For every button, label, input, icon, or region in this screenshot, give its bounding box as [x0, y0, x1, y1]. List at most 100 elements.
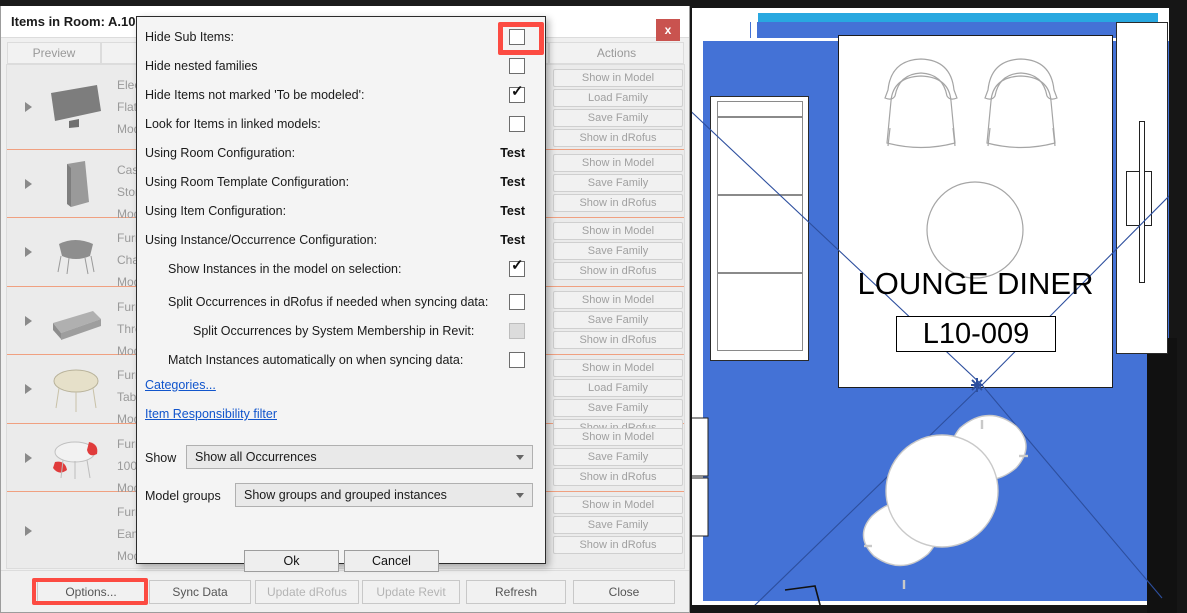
storage-cabinet-thumbnail	[45, 158, 107, 210]
dialog-link[interactable]: Categories...	[145, 378, 216, 392]
action-button-save-family[interactable]: Save Family	[553, 448, 683, 466]
action-button-show-in-model[interactable]: Show in Model	[553, 222, 683, 240]
row-actions: Show in Model Save Family Show in dRofus	[553, 428, 683, 488]
column-header-actions[interactable]: Actions	[549, 42, 684, 64]
action-button-show-in-model[interactable]: Show in Model	[553, 291, 683, 309]
action-button-show-in-drofus[interactable]: Show in dRofus	[553, 468, 683, 486]
drawing-sheet: LOUNGE DINER L10-009	[692, 8, 1169, 605]
action-button-show-in-model[interactable]: Show in Model	[553, 428, 683, 446]
screen: LOUNGE DINER L10-009 Items in Room: A.10…	[0, 0, 1187, 613]
flatscreen-tv-thumbnail	[45, 81, 107, 133]
option-label: Hide nested families	[145, 59, 258, 73]
window-bottom-toolbar: Options... Sync Data Update dRofus Updat…	[1, 570, 689, 612]
show-filter-select[interactable]: Show all Occurrences	[186, 445, 533, 469]
config-test-row: Using Room Template Configuration:Test	[137, 167, 547, 196]
row-actions: Show in Model Save Family Show in dRofus	[553, 496, 683, 556]
expand-row-icon[interactable]	[25, 102, 32, 112]
action-button-save-family[interactable]: Save Family	[553, 242, 683, 260]
room-name-label: LOUNGE DINER	[838, 266, 1113, 302]
close-window-button[interactable]: x	[656, 19, 680, 41]
test-link[interactable]: Test	[500, 233, 525, 247]
option-row-indented: Split Occurrences by System Membership i…	[137, 316, 547, 345]
three-seat-sofa-thumbnail	[45, 295, 107, 347]
refresh-button[interactable]: Refresh	[466, 580, 566, 604]
action-button-save-family[interactable]: Save Family	[553, 109, 683, 127]
model-groups-select[interactable]: Show groups and grouped instances	[235, 483, 533, 507]
option-checkbox	[509, 323, 525, 339]
chevron-down-icon	[516, 455, 524, 460]
option-checkbox[interactable]	[509, 29, 525, 45]
option-label: Hide Items not marked 'To be modeled':	[145, 88, 364, 102]
option-checkbox[interactable]	[509, 352, 525, 368]
room-number-label: L10-009	[896, 316, 1056, 352]
action-button-save-family[interactable]: Save Family	[553, 399, 683, 417]
update-revit-button: Update Revit	[362, 580, 460, 604]
option-row-indented: Split Occurrences in dRofus if needed wh…	[137, 287, 547, 316]
column-header-preview[interactable]: Preview	[7, 42, 101, 64]
test-link[interactable]: Test	[500, 175, 525, 189]
table-with-chairs-thumbnail	[45, 432, 107, 484]
config-test-row: Using Item Configuration:Test	[137, 196, 547, 225]
option-row: Look for Items in linked models:	[137, 109, 547, 138]
lounge-chair-thumbnail	[45, 226, 107, 278]
expand-row-icon[interactable]	[25, 247, 32, 257]
expand-row-icon[interactable]	[25, 526, 32, 536]
cancel-button[interactable]: Cancel	[344, 550, 439, 572]
row-actions: Show in Model Load Family Save Family Show …	[553, 69, 683, 149]
model-groups-label: Model groups	[145, 489, 221, 503]
options-button[interactable]: Options...	[37, 580, 145, 604]
option-label: Split Occurrences by System Membership i…	[193, 324, 474, 338]
option-row: Hide nested families	[137, 51, 547, 80]
action-button-show-in-model[interactable]: Show in Model	[553, 359, 683, 377]
option-row: Hide Sub Items:	[137, 22, 547, 51]
sync-data-button[interactable]: Sync Data	[149, 580, 251, 604]
action-button-show-in-model[interactable]: Show in Model	[553, 154, 683, 172]
option-label: Match Instances automatically on when sy…	[168, 353, 463, 367]
options-dialog: Hide Sub Items: Hide nested families Hide …	[136, 16, 546, 564]
config-label: Using Instance/Occurrence Configuration:	[145, 233, 377, 247]
row-actions: Show in Model Save Family Show in dRofus	[553, 222, 683, 282]
close-button[interactable]: Close	[573, 580, 675, 604]
row-actions: Show in Model Save Family Show in dRofus	[553, 154, 683, 214]
action-button-show-in-model[interactable]: Show in Model	[553, 69, 683, 87]
model-groups-value: Show groups and grouped instances	[244, 488, 447, 502]
show-filter-value: Show all Occurrences	[195, 450, 317, 464]
action-button-show-in-drofus[interactable]: Show in dRofus	[553, 262, 683, 280]
config-label: Using Room Configuration:	[145, 146, 295, 160]
option-row-indented: Show Instances in the model on selection…	[137, 254, 547, 283]
show-filter-label: Show	[145, 451, 176, 465]
action-button-show-in-drofus[interactable]: Show in dRofus	[553, 331, 683, 349]
round-table-thumbnail	[45, 363, 107, 415]
option-label: Split Occurrences in dRofus if needed wh…	[168, 295, 488, 309]
option-checkbox[interactable]	[509, 261, 525, 277]
ok-button[interactable]: Ok	[244, 550, 339, 572]
expand-row-icon[interactable]	[25, 179, 32, 189]
expand-row-icon[interactable]	[25, 384, 32, 394]
option-checkbox[interactable]	[509, 116, 525, 132]
revit-drawing-pane[interactable]: LOUNGE DINER L10-009	[690, 0, 1187, 613]
option-checkbox[interactable]	[509, 58, 525, 74]
option-checkbox[interactable]	[509, 87, 525, 103]
action-button-save-family[interactable]: Save Family	[553, 311, 683, 329]
action-button-save-family[interactable]: Save Family	[553, 174, 683, 192]
expand-row-icon[interactable]	[25, 316, 32, 326]
option-row: Hide Items not marked 'To be modeled':	[137, 80, 547, 109]
option-checkbox[interactable]	[509, 294, 525, 310]
option-row-indented: Match Instances automatically on when sy…	[137, 345, 547, 374]
action-button-show-in-drofus[interactable]: Show in dRofus	[553, 536, 683, 554]
action-button-show-in-model[interactable]: Show in Model	[553, 496, 683, 514]
row-actions: Show in Model Save Family Show in dRofus	[553, 291, 683, 351]
action-button-save-family[interactable]: Save Family	[553, 516, 683, 534]
update-drofus-button: Update dRofus	[255, 580, 359, 604]
action-button-show-in-drofus[interactable]: Show in dRofus	[553, 129, 683, 147]
action-button-load-family[interactable]: Load Family	[553, 89, 683, 107]
plan-linework	[692, 8, 1169, 605]
test-link[interactable]: Test	[500, 146, 525, 160]
test-link[interactable]: Test	[500, 204, 525, 218]
action-button-show-in-drofus[interactable]: Show in dRofus	[553, 194, 683, 212]
option-label: Look for Items in linked models:	[145, 117, 321, 131]
dialog-link[interactable]: Item Responsibility filter	[145, 407, 277, 421]
eames-chair-thumbnail	[45, 505, 107, 557]
action-button-load-family[interactable]: Load Family	[553, 379, 683, 397]
expand-row-icon[interactable]	[25, 453, 32, 463]
